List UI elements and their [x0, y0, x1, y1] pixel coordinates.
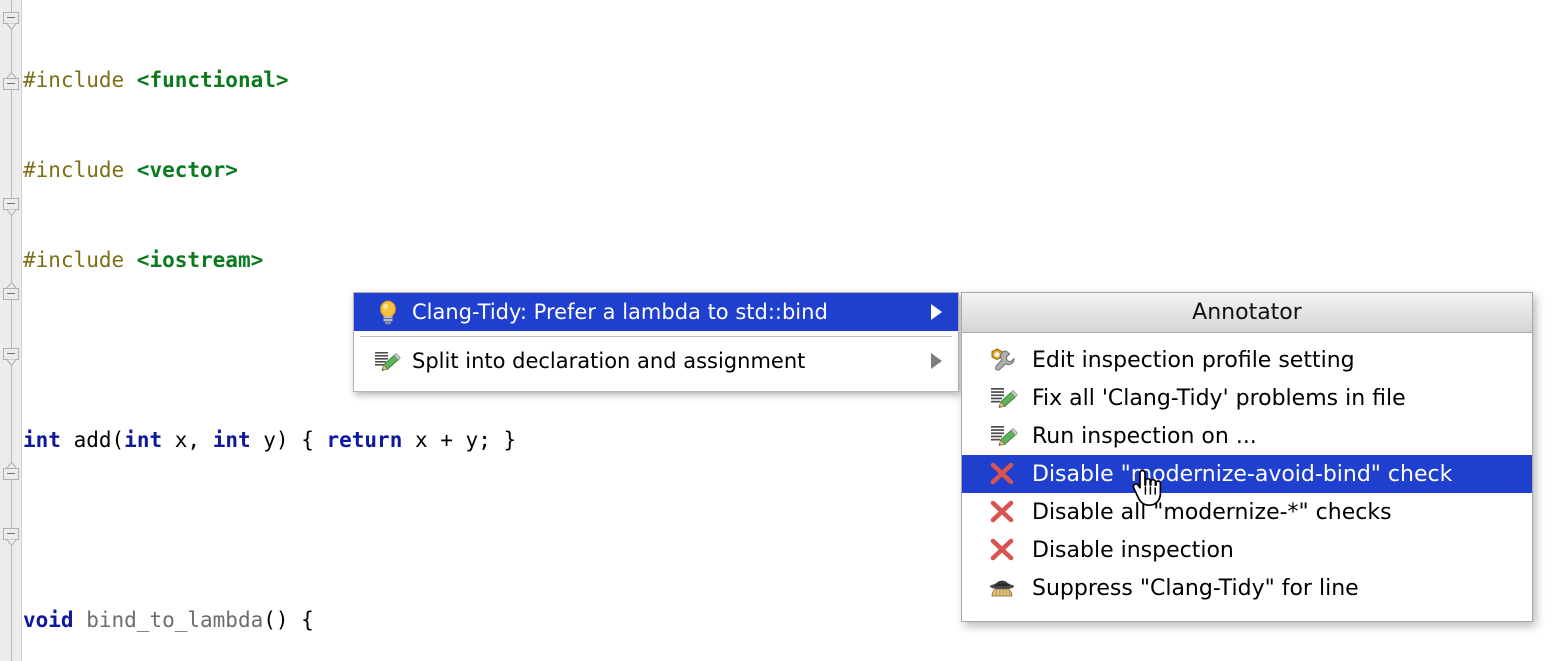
fold-marker-bind-to-lambda-end[interactable] [3, 282, 20, 305]
annotator-submenu-panel[interactable]: Annotator Edit inspection profile settin… [961, 292, 1533, 622]
fold-marker-loop-convert[interactable] [3, 348, 20, 366]
red-x-icon [988, 498, 1022, 526]
wrench-nut-icon [988, 346, 1022, 374]
fold-marker-loop-convert-end[interactable] [3, 462, 20, 485]
red-x-icon [988, 460, 1022, 488]
lightbulb-icon [372, 299, 404, 325]
annotator-item-label: Suppress "Clang-Tidy" for line [1032, 575, 1359, 601]
fold-tail-icon [6, 23, 17, 30]
quickfix-pencil-icon [372, 348, 404, 374]
code-line[interactable]: #include <functional> [23, 65, 1567, 95]
annotator-item-disable-inspection[interactable]: Disable inspection [962, 531, 1532, 569]
fold-tail-icon [6, 539, 17, 546]
fold-marker-includes[interactable] [3, 12, 20, 30]
annotator-item-label: Disable all "modernize-*" checks [1032, 499, 1392, 525]
red-x-icon [988, 536, 1022, 564]
inspector-hat-icon [988, 574, 1022, 602]
annotator-item-edit-inspection-profile[interactable]: Edit inspection profile setting [962, 341, 1532, 379]
intention-actions-menu[interactable]: Clang-Tidy: Prefer a lambda to std::bind [353, 292, 959, 392]
intention-menu-item-split-declaration[interactable]: Split into declaration and assignment [354, 342, 958, 380]
ide-editor-window: #include <functional> #include <vector> … [0, 0, 1567, 661]
fold-cap-icon [6, 462, 17, 469]
annotator-item-fix-all-clang-tidy[interactable]: Fix all 'Clang-Tidy' problems in file [962, 379, 1532, 417]
intention-menu-item-label: Clang-Tidy: Prefer a lambda to std::bind [412, 300, 828, 324]
annotator-item-label: Edit inspection profile setting [1032, 347, 1355, 373]
menu-separator [360, 336, 952, 337]
fold-tail-icon [6, 209, 17, 216]
annotator-item-label: Run inspection on ... [1032, 423, 1257, 449]
annotator-item-label: Fix all 'Clang-Tidy' problems in file [1032, 385, 1406, 411]
code-line[interactable]: #include <vector> [23, 155, 1567, 185]
annotator-item-label: Disable inspection [1032, 537, 1234, 563]
intention-menu-item-clang-tidy-prefer-lambda[interactable]: Clang-Tidy: Prefer a lambda to std::bind [354, 293, 958, 331]
quickfix-pencil-icon [988, 422, 1022, 450]
fold-cap-icon [6, 72, 17, 79]
submenu-arrow-icon [931, 304, 942, 320]
annotator-item-label: Disable "modernize-avoid-bind" check [1032, 461, 1453, 487]
code-line[interactable]: #include <iostream> [23, 245, 1567, 275]
annotator-item-disable-modernize-avoid-bind[interactable]: Disable "modernize-avoid-bind" check [962, 455, 1532, 493]
submenu-arrow-icon [931, 353, 942, 369]
annotator-items-list[interactable]: Edit inspection profile setting Fix all … [962, 333, 1532, 617]
fold-marker-trailing[interactable] [3, 528, 20, 546]
fold-tail-icon [6, 359, 17, 366]
annotator-item-disable-all-modernize-checks[interactable]: Disable all "modernize-*" checks [962, 493, 1532, 531]
annotator-panel-title: Annotator [962, 293, 1532, 333]
editor-gutter[interactable] [0, 0, 22, 661]
fold-marker-bind-to-lambda[interactable] [3, 198, 20, 216]
fold-rail [11, 0, 12, 661]
fold-marker-includes-end[interactable] [3, 72, 20, 95]
intention-menu-item-label: Split into declaration and assignment [412, 349, 806, 373]
annotator-item-run-inspection-on[interactable]: Run inspection on ... [962, 417, 1532, 455]
fold-cap-icon [6, 282, 17, 289]
quickfix-pencil-icon [988, 384, 1022, 412]
annotator-item-suppress-clang-tidy-for-line[interactable]: Suppress "Clang-Tidy" for line [962, 569, 1532, 607]
